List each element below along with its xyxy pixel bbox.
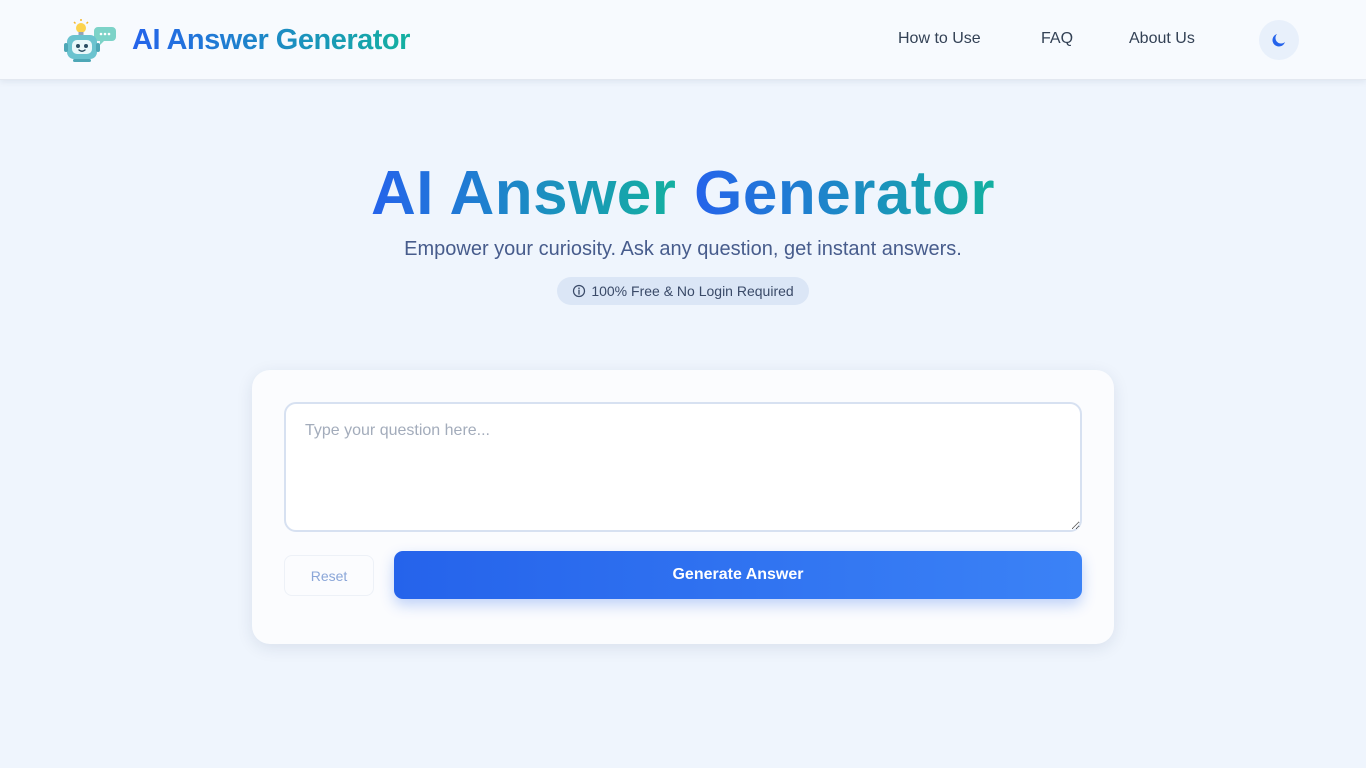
title-part-2: Generator xyxy=(694,159,995,228)
page-title: AI Answer Generator xyxy=(0,158,1366,230)
nav-how-to-use[interactable]: How to Use xyxy=(898,30,981,48)
title-part-1: AI Answer xyxy=(371,159,677,228)
logo-link[interactable]: AI Answer Generator xyxy=(64,18,410,62)
question-card: Reset Generate Answer xyxy=(252,370,1114,644)
free-badge: 100% Free & No Login Required xyxy=(557,277,809,305)
generate-answer-button[interactable]: Generate Answer xyxy=(394,551,1082,599)
theme-toggle-button[interactable] xyxy=(1259,20,1299,60)
moon-icon xyxy=(1272,34,1285,47)
reset-button[interactable]: Reset xyxy=(284,555,374,596)
badge-text: 100% Free & No Login Required xyxy=(591,283,794,299)
nav-about-us[interactable]: About Us xyxy=(1129,30,1195,48)
info-icon xyxy=(573,284,586,298)
site-header: AI Answer Generator How to Use FAQ About… xyxy=(0,0,1366,80)
page-subtitle: Empower your curiosity. Ask any question… xyxy=(404,238,962,260)
logo-text: AI Answer Generator xyxy=(132,23,410,56)
robot-logo-icon xyxy=(64,19,116,62)
question-input[interactable] xyxy=(284,402,1082,532)
nav-faq[interactable]: FAQ xyxy=(1041,30,1073,48)
